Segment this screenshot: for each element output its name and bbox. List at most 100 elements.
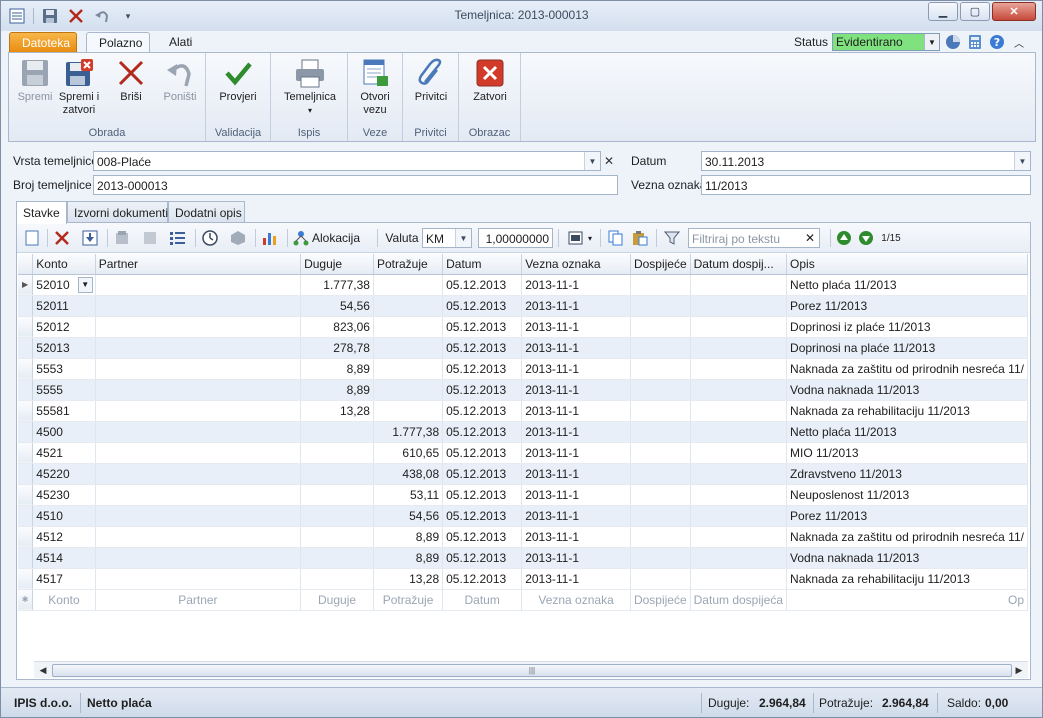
cell-dospijece[interactable] <box>630 442 691 464</box>
copy-rows-icon[interactable] <box>113 229 131 247</box>
cell-potrazuje[interactable]: 53,11 <box>373 484 444 506</box>
table-row[interactable]: 4512 8,89 05.12.2013 2013-11-1 Naknada za za… <box>18 526 1028 548</box>
cell-datum[interactable]: 05.12.2013 <box>442 400 523 422</box>
cell-potrazuje[interactable] <box>373 274 444 296</box>
paste-icon[interactable] <box>631 229 649 247</box>
new-row-cell-vezna-oznaka[interactable]: Vezna oznaka <box>521 589 631 611</box>
cell-vezna-oznaka[interactable]: 2013-11-1 <box>521 295 631 317</box>
cell-opis[interactable]: Neuposlenost 11/2013 <box>786 484 1028 506</box>
cell-opis[interactable]: Netto plaća 11/2013 <box>786 421 1028 443</box>
broj-field[interactable]: 2013-000013 <box>93 175 618 195</box>
tab-datoteka[interactable]: Datoteka <box>9 32 77 53</box>
cell-vezna-oznaka[interactable]: 2013-11-1 <box>521 505 631 527</box>
cell-dospijece[interactable] <box>630 568 691 590</box>
cell-duguje[interactable] <box>300 505 374 527</box>
chevron-down-icon[interactable]: ▼ <box>77 276 93 293</box>
cell-vezna-oznaka[interactable]: 2013-11-1 <box>521 379 631 401</box>
next-page-icon[interactable] <box>857 229 875 247</box>
cell-dospijece[interactable] <box>630 400 691 422</box>
box-icon[interactable] <box>229 229 247 247</box>
cell-datum[interactable]: 05.12.2013 <box>442 316 523 338</box>
cell-duguje[interactable]: 54,56 <box>300 295 374 317</box>
cell-vezna-oznaka[interactable]: 2013-11-1 <box>521 274 631 296</box>
cell-potrazuje[interactable] <box>373 316 444 338</box>
scroll-left-icon[interactable]: ◀ <box>36 664 50 677</box>
cell-partner[interactable] <box>95 547 302 569</box>
spremi-i-zatvori-button[interactable]: Spremi i zatvori <box>57 57 101 117</box>
cell-opis[interactable]: Naknada za rehabilitaciju 11/2013 <box>786 568 1028 590</box>
cell-potrazuje[interactable]: 13,28 <box>373 568 444 590</box>
cell-partner[interactable] <box>95 295 302 317</box>
col-duguje[interactable]: Duguje <box>300 254 374 275</box>
cell-datum-dospijeca[interactable] <box>690 274 788 296</box>
cell-konto[interactable]: 5553 <box>32 358 96 380</box>
cell-konto[interactable]: 45230 <box>32 484 96 506</box>
cell-datum[interactable]: 05.12.2013 <box>442 526 523 548</box>
cell-dospijece[interactable] <box>630 379 691 401</box>
previous-page-icon[interactable] <box>835 229 853 247</box>
list-settings-icon[interactable] <box>169 229 187 247</box>
cell-vezna-oznaka[interactable]: 2013-11-1 <box>521 526 631 548</box>
cell-datum[interactable]: 05.12.2013 <box>442 568 523 590</box>
zatvori-button[interactable]: Zatvori <box>467 57 513 104</box>
cell-datum[interactable]: 05.12.2013 <box>442 337 523 359</box>
cell-partner[interactable] <box>95 484 302 506</box>
cell-opis[interactable]: Porez 11/2013 <box>786 295 1028 317</box>
otvori-vezu-button[interactable]: Otvori vezu <box>352 57 398 117</box>
row-indicator[interactable] <box>18 316 34 338</box>
cell-konto[interactable]: 4512 <box>32 526 96 548</box>
filter-input[interactable]: Filtriraj po tekstu <box>688 228 820 248</box>
table-row[interactable]: 52013 278,78 05.12.2013 2013-11-1 Doprinosi … <box>18 337 1028 359</box>
delete-row-icon[interactable] <box>53 229 71 247</box>
cell-partner[interactable] <box>95 421 302 443</box>
cell-datum[interactable]: 05.12.2013 <box>442 442 523 464</box>
cell-duguje[interactable]: 1.777,38 <box>300 274 374 296</box>
horizontal-scrollbar[interactable]: ◀ ||| ▶ <box>34 661 1028 678</box>
cell-opis[interactable]: Naknada za zaštitu od prirodnih nesreća … <box>786 358 1028 380</box>
tab-alati[interactable]: Alati <box>157 32 207 53</box>
cell-datum-dospijeca[interactable] <box>690 442 788 464</box>
cell-dospijece[interactable] <box>630 274 691 296</box>
cell-dospijece[interactable] <box>630 316 691 338</box>
copy-icon[interactable] <box>607 229 625 247</box>
cell-opis[interactable]: Doprinosi na plaće 11/2013 <box>786 337 1028 359</box>
cell-datum-dospijeca[interactable] <box>690 358 788 380</box>
col-datum[interactable]: Datum <box>442 254 523 275</box>
cell-potrazuje[interactable]: 1.777,38 <box>373 421 444 443</box>
new-row-cell-konto[interactable]: Konto <box>32 589 96 611</box>
cell-potrazuje[interactable]: 610,65 <box>373 442 444 464</box>
row-indicator[interactable]: ▶ <box>18 274 34 296</box>
table-row[interactable]: ▶ 52010 ▼ 1.777,38 05.12.2013 2013-11-1 Netto … <box>18 274 1028 296</box>
alokacija-button[interactable]: Alokacija <box>293 229 375 247</box>
pie-chart-icon[interactable] <box>944 33 962 51</box>
cell-datum-dospijeca[interactable] <box>690 568 788 590</box>
cell-konto[interactable]: 52010 ▼ <box>32 274 96 296</box>
cell-vezna-oznaka[interactable]: 2013-11-1 <box>521 337 631 359</box>
clear-vrsta-icon[interactable]: ✕ <box>601 151 617 171</box>
cell-duguje[interactable] <box>300 421 374 443</box>
cell-duguje[interactable]: 13,28 <box>300 400 374 422</box>
cell-konto[interactable]: 45220 <box>32 463 96 485</box>
cell-konto[interactable]: 4521 <box>32 442 96 464</box>
cell-datum-dospijeca[interactable] <box>690 316 788 338</box>
row-indicator[interactable] <box>18 337 34 359</box>
col-konto[interactable]: Konto <box>32 254 96 275</box>
cell-vezna-oznaka[interactable]: 2013-11-1 <box>521 463 631 485</box>
cell-opis[interactable]: Zdravstveno 11/2013 <box>786 463 1028 485</box>
cell-vezna-oznaka[interactable]: 2013-11-1 <box>521 547 631 569</box>
cell-datum-dospijeca[interactable] <box>690 463 788 485</box>
cell-potrazuje[interactable] <box>373 337 444 359</box>
row-indicator[interactable] <box>18 526 34 548</box>
table-row[interactable]: 4510 54,56 05.12.2013 2013-11-1 Porez 11/201… <box>18 505 1028 527</box>
cell-vezna-oznaka[interactable]: 2013-11-1 <box>521 316 631 338</box>
row-indicator[interactable] <box>18 505 34 527</box>
cell-datum[interactable]: 05.12.2013 <box>442 421 523 443</box>
table-row[interactable]: 45230 53,11 05.12.2013 2013-11-1 Neuposlenos… <box>18 484 1028 506</box>
cell-konto[interactable]: 5555 <box>32 379 96 401</box>
scrollbar-thumb[interactable]: ||| <box>52 664 1012 677</box>
bar-chart-icon[interactable] <box>261 229 279 247</box>
cell-datum-dospijeca[interactable] <box>690 379 788 401</box>
chevron-down-icon[interactable]: ▼ <box>584 152 600 170</box>
cell-datum[interactable]: 05.12.2013 <box>442 547 523 569</box>
table-row[interactable]: 55581 13,28 05.12.2013 2013-11-1 Naknada za … <box>18 400 1028 422</box>
